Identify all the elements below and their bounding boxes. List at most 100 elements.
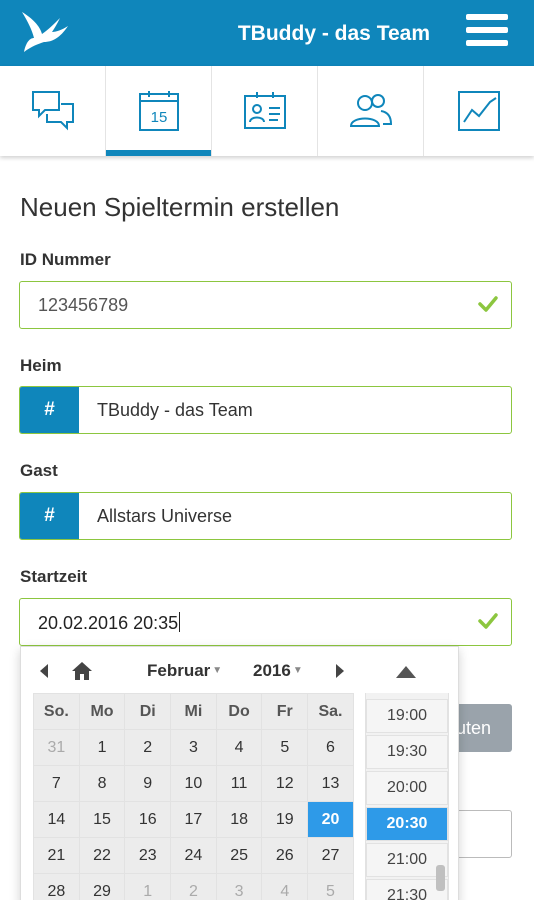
tab-team[interactable] bbox=[318, 66, 424, 156]
selected-time-option[interactable]: 20:30 bbox=[366, 807, 448, 841]
day-cell[interactable]: 8 bbox=[78, 765, 126, 802]
day-cell[interactable]: 27 bbox=[307, 837, 354, 874]
day-cell[interactable]: 24 bbox=[170, 837, 217, 874]
day-cell[interactable]: 9 bbox=[124, 765, 172, 802]
bird-logo-icon[interactable] bbox=[18, 8, 72, 58]
tab-calendar[interactable]: 15 bbox=[106, 66, 212, 156]
day-cell[interactable]: 31 bbox=[33, 729, 80, 766]
day-cell[interactable]: 5 bbox=[261, 729, 309, 766]
next-month-icon[interactable] bbox=[334, 663, 346, 679]
id-number-value: 123456789 bbox=[38, 295, 129, 315]
day-cell[interactable]: 4 bbox=[261, 873, 309, 900]
time-option[interactable]: 19:30 bbox=[366, 735, 448, 769]
time-option[interactable]: 19:00 bbox=[366, 699, 448, 733]
weekday-header: Mo bbox=[78, 693, 126, 730]
top-bar: TBuddy - das Team bbox=[0, 0, 534, 66]
home-icon[interactable] bbox=[71, 661, 93, 681]
day-cell[interactable]: 2 bbox=[170, 873, 217, 900]
home-team-field[interactable]: # TBuddy - das Team bbox=[19, 386, 512, 434]
selected-day-cell[interactable]: 20 bbox=[307, 801, 354, 838]
tab-statistics[interactable] bbox=[424, 66, 534, 156]
year-label: 2016 bbox=[253, 661, 291, 680]
contact-card-icon bbox=[243, 92, 286, 129]
day-cell[interactable]: 25 bbox=[215, 837, 263, 874]
hash-addon: # bbox=[20, 387, 79, 433]
id-number-field[interactable]: 123456789 bbox=[19, 281, 512, 329]
year-dropdown[interactable]: 2016 ▼ bbox=[253, 661, 303, 681]
home-label: Heim bbox=[20, 356, 62, 375]
day-cell[interactable]: 28 bbox=[33, 873, 80, 900]
page-title: Neuen Spieltermin erstellen bbox=[20, 192, 340, 222]
weekday-row: So. Mo Di Mi Do Fr Sa. bbox=[33, 693, 354, 730]
weekday-header: Mi bbox=[170, 693, 217, 730]
time-scrollbar[interactable] bbox=[436, 865, 445, 891]
day-cell[interactable]: 1 bbox=[124, 873, 172, 900]
start-time-label: Startzeit bbox=[20, 567, 88, 586]
day-cell[interactable]: 5 bbox=[307, 873, 354, 900]
day-cell[interactable]: 10 bbox=[170, 765, 217, 802]
weekday-header: Do bbox=[215, 693, 263, 730]
scroll-up-icon[interactable] bbox=[395, 665, 417, 679]
weekday-header: Di bbox=[124, 693, 172, 730]
day-cell[interactable]: 18 bbox=[215, 801, 263, 838]
caret-down-icon: ▼ bbox=[212, 665, 223, 676]
week-row: 7 8 9 10 11 12 13 bbox=[33, 765, 354, 802]
day-cell[interactable]: 16 bbox=[124, 801, 172, 838]
check-icon bbox=[478, 296, 498, 312]
week-row: 28 29 1 2 3 4 5 bbox=[33, 873, 354, 900]
previous-month-icon[interactable] bbox=[38, 663, 50, 679]
start-time-value: 20.02.2016 20:35 bbox=[38, 613, 179, 633]
line-chart-icon bbox=[458, 91, 500, 131]
start-time-field[interactable]: 20.02.2016 20:35 bbox=[19, 598, 512, 646]
day-cell[interactable]: 29 bbox=[78, 873, 126, 900]
calendar-header: Februar ▼ 2016 ▼ bbox=[21, 655, 361, 687]
week-row: 14 15 16 17 18 19 20 bbox=[33, 801, 354, 838]
day-cell[interactable]: 11 bbox=[215, 765, 263, 802]
people-icon bbox=[349, 94, 392, 127]
calendar-grid: So. Mo Di Mi Do Fr Sa. 31 1 2 3 4 5 6 7 … bbox=[33, 693, 354, 900]
home-team-value: TBuddy - das Team bbox=[97, 400, 253, 420]
week-row: 21 22 23 24 25 26 27 bbox=[33, 837, 354, 874]
day-cell[interactable]: 22 bbox=[78, 837, 126, 874]
day-cell[interactable]: 12 bbox=[261, 765, 309, 802]
day-cell[interactable]: 4 bbox=[215, 729, 263, 766]
day-cell[interactable]: 1 bbox=[78, 729, 126, 766]
caret-down-icon: ▼ bbox=[292, 665, 303, 676]
weekday-header: Sa. bbox=[307, 693, 354, 730]
day-cell[interactable]: 19 bbox=[261, 801, 309, 838]
tab-contacts[interactable] bbox=[212, 66, 318, 156]
id-label: ID Nummer bbox=[20, 250, 111, 269]
chat-bubbles-icon bbox=[31, 91, 74, 131]
day-cell[interactable]: 23 bbox=[124, 837, 172, 874]
guest-team-value: Allstars Universe bbox=[97, 506, 233, 526]
time-option[interactable]: 20:00 bbox=[366, 771, 448, 805]
check-icon bbox=[478, 613, 498, 629]
hamburger-menu-icon[interactable] bbox=[466, 14, 508, 50]
month-dropdown[interactable]: Februar ▼ bbox=[147, 661, 222, 681]
guest-team-field[interactable]: # Allstars Universe bbox=[19, 492, 512, 540]
calendar-icon-day: 15 bbox=[150, 109, 167, 126]
tab-bar: 15 bbox=[0, 66, 534, 156]
text-cursor bbox=[179, 612, 181, 632]
calendar-icon: 15 bbox=[138, 91, 179, 131]
day-cell[interactable]: 3 bbox=[170, 729, 217, 766]
day-cell[interactable]: 3 bbox=[215, 873, 263, 900]
tab-chat[interactable] bbox=[0, 66, 106, 156]
day-cell[interactable]: 13 bbox=[307, 765, 354, 802]
day-cell[interactable]: 21 bbox=[33, 837, 80, 874]
datetime-picker: Februar ▼ 2016 ▼ So. Mo Di Mi Do Fr Sa. 31… bbox=[20, 646, 459, 900]
day-cell[interactable]: 26 bbox=[261, 837, 309, 874]
day-cell[interactable]: 14 bbox=[33, 801, 80, 838]
submit-button-label: uten bbox=[456, 718, 492, 738]
weekday-header: So. bbox=[33, 693, 80, 730]
week-row: 31 1 2 3 4 5 6 bbox=[33, 729, 354, 766]
hash-addon: # bbox=[20, 493, 79, 539]
guest-label: Gast bbox=[20, 461, 58, 480]
day-cell[interactable]: 7 bbox=[33, 765, 80, 802]
day-cell[interactable]: 17 bbox=[170, 801, 217, 838]
day-cell[interactable]: 15 bbox=[78, 801, 126, 838]
day-cell[interactable]: 6 bbox=[307, 729, 354, 766]
day-cell[interactable]: 2 bbox=[124, 729, 172, 766]
app-title: TBuddy - das Team bbox=[237, 22, 430, 45]
month-label: Februar bbox=[147, 661, 211, 680]
